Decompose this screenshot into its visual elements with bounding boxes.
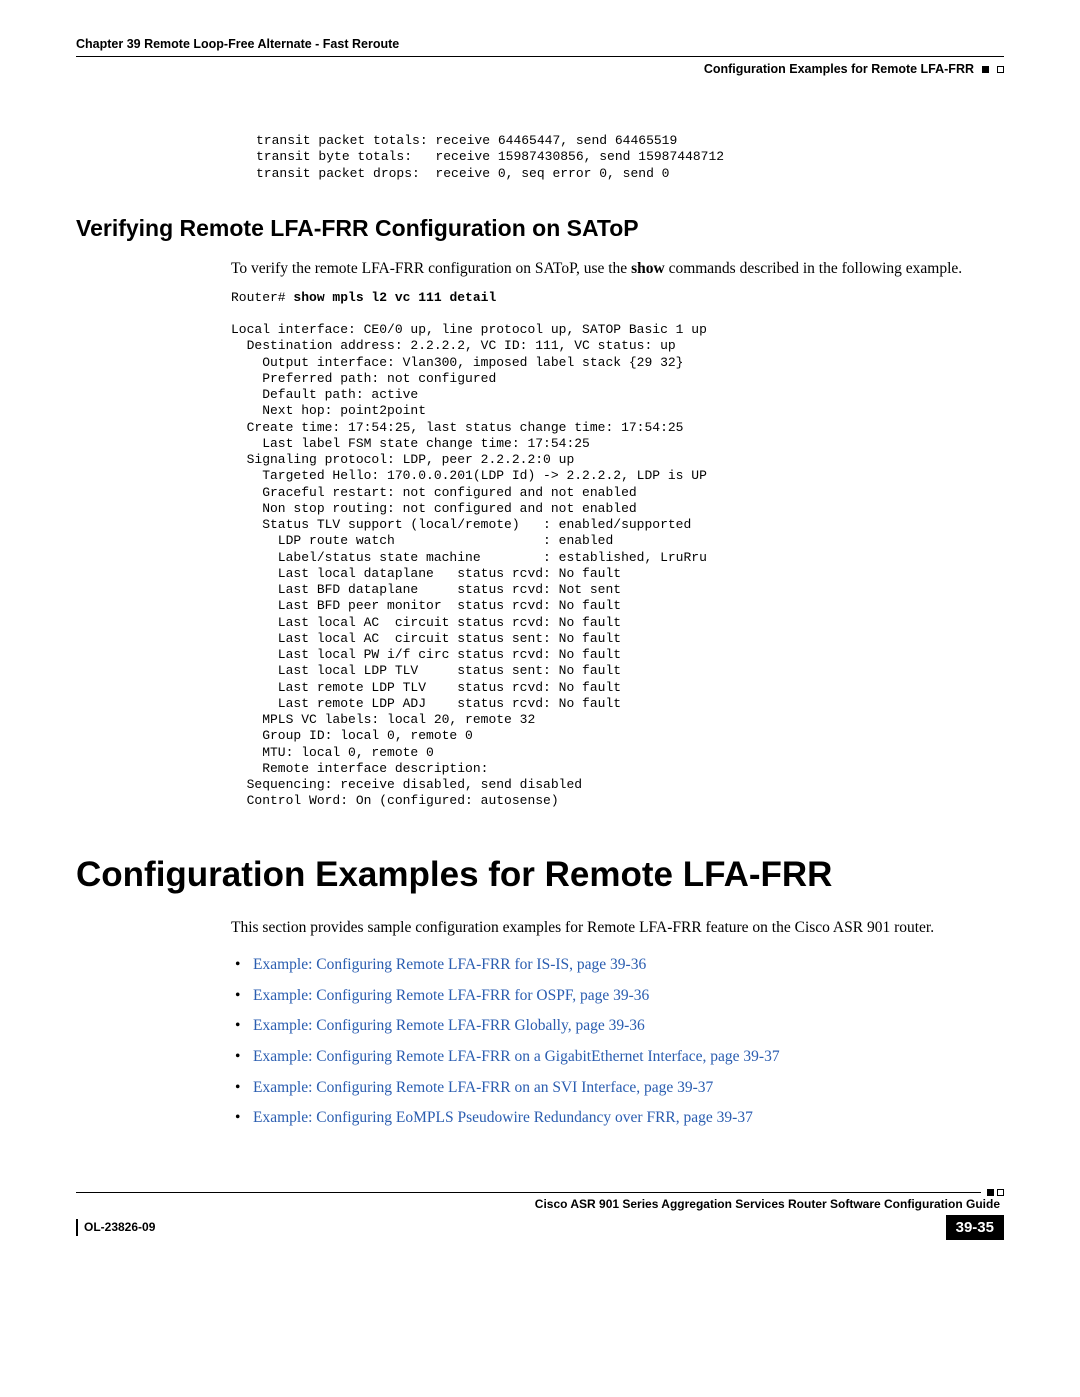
square-marker-open-icon <box>997 1189 1004 1196</box>
list-item: Example: Configuring EoMPLS Pseudowire R… <box>253 1107 1004 1129</box>
link-ospf[interactable]: Example: Configuring Remote LFA-FRR for … <box>253 987 649 1004</box>
footer-docid: OL-23826-09 <box>76 1219 155 1236</box>
header-rule <box>76 56 1004 57</box>
heading-verify-satop: Verifying Remote LFA-FRR Configuration o… <box>76 212 1004 244</box>
link-gige[interactable]: Example: Configuring Remote LFA-FRR on a… <box>253 1048 780 1065</box>
heading-config-examples: Configuration Examples for Remote LFA-FR… <box>76 850 1004 899</box>
list-item: Example: Configuring Remote LFA-FRR Glob… <box>253 1015 1004 1037</box>
link-svi[interactable]: Example: Configuring Remote LFA-FRR on a… <box>253 1079 713 1096</box>
example-links-list: Example: Configuring Remote LFA-FRR for … <box>231 954 1004 1129</box>
square-marker-open-icon <box>997 66 1004 73</box>
paragraph-config-intro: This section provides sample configurati… <box>231 917 996 939</box>
list-item: Example: Configuring Remote LFA-FRR on a… <box>253 1077 1004 1099</box>
page-footer: Cisco ASR 901 Series Aggregation Service… <box>76 1189 1004 1240</box>
square-marker-icon <box>982 66 989 73</box>
chapter-label: Chapter 39 Remote Loop-Free Alternate - … <box>76 36 399 54</box>
list-item: Example: Configuring Remote LFA-FRR for … <box>253 985 1004 1007</box>
page-number: 39-35 <box>946 1215 1004 1240</box>
code-output-transit: transit packet totals: receive 64465447,… <box>256 133 1004 182</box>
link-eompls[interactable]: Example: Configuring EoMPLS Pseudowire R… <box>253 1109 753 1126</box>
paragraph-verify-intro: To verify the remote LFA-FRR configurati… <box>231 258 996 280</box>
section-label: Configuration Examples for Remote LFA-FR… <box>704 61 974 79</box>
link-global[interactable]: Example: Configuring Remote LFA-FRR Glob… <box>253 1017 645 1034</box>
link-isis[interactable]: Example: Configuring Remote LFA-FRR for … <box>253 956 646 973</box>
list-item: Example: Configuring Remote LFA-FRR for … <box>253 954 1004 976</box>
code-output-show-mpls: Router# show mpls l2 vc 111 detail Local… <box>231 290 1004 810</box>
square-marker-icon <box>987 1189 994 1196</box>
list-item: Example: Configuring Remote LFA-FRR on a… <box>253 1046 1004 1068</box>
footer-guide-title: Cisco ASR 901 Series Aggregation Service… <box>76 1196 1004 1213</box>
